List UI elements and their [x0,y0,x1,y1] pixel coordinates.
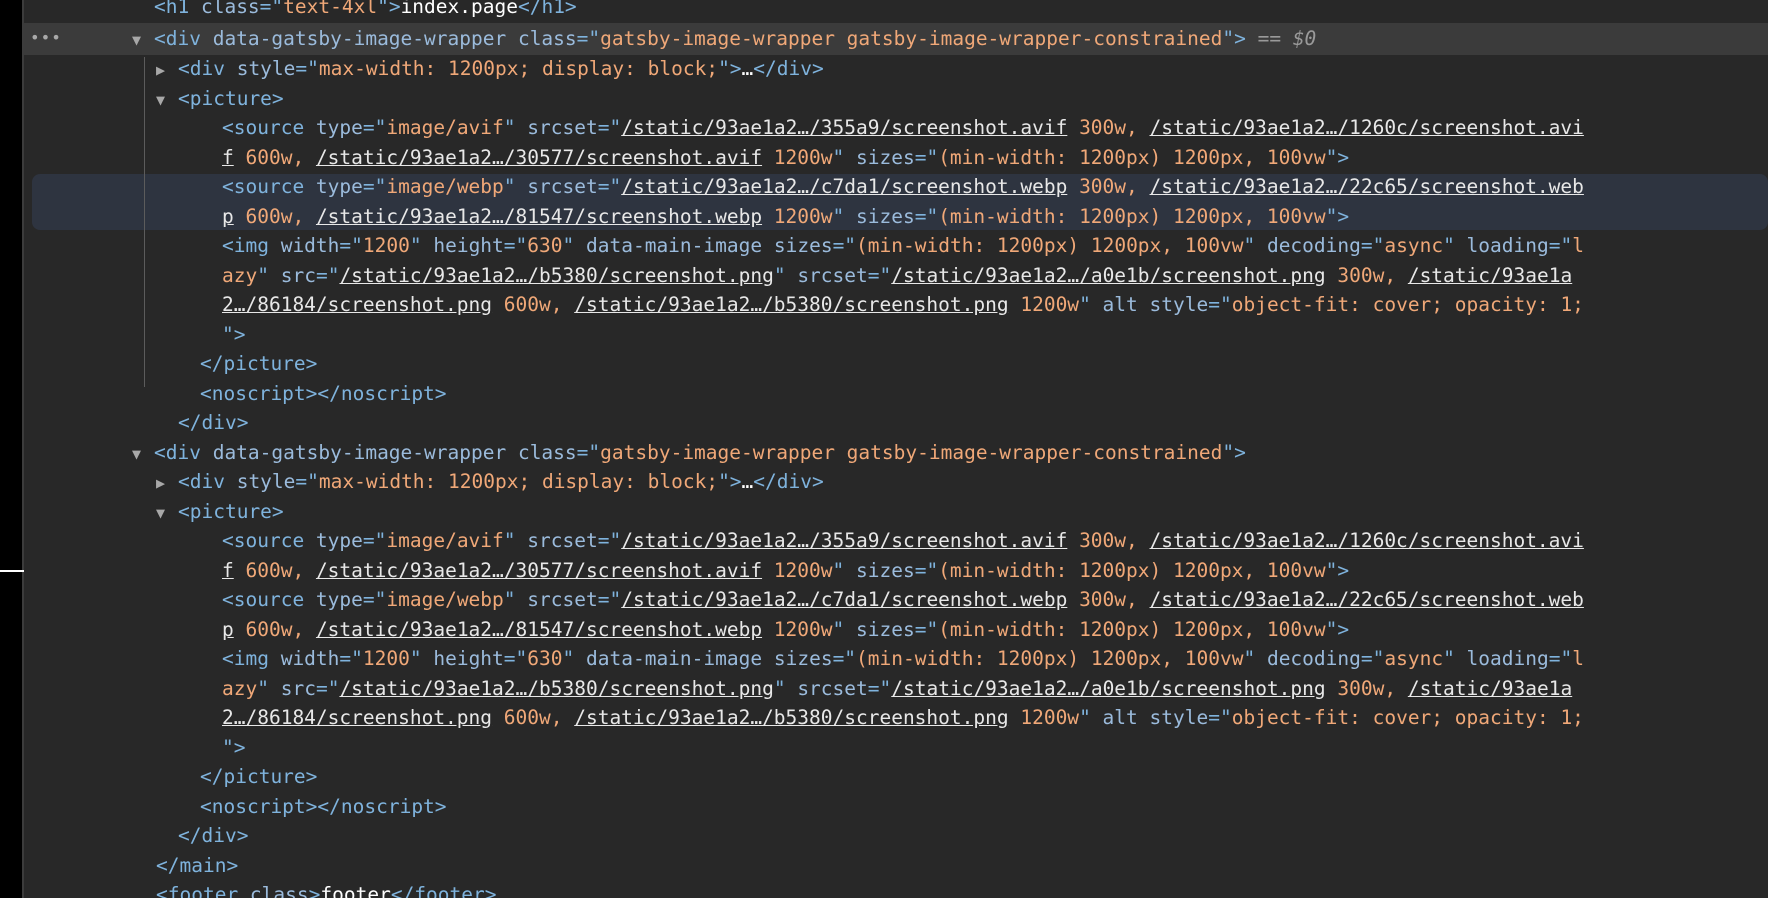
node-img-1[interactable]: <img width="1200" height="630" data-main… [24,231,1768,261]
node-image-wrapper-1[interactable]: ▼ <div data-gatsby-image-wrapper class="g… [24,24,1768,54]
node-img-2[interactable]: <img width="1200" height="630" data-main… [24,644,1768,674]
node-div-style-2[interactable]: ▶ <div style="max-width: 1200px; display:… [24,467,1768,497]
node-div-2-close[interactable]: </div> [24,821,1768,851]
node-source-avif-2-cont[interactable]: f 600w, /static/93ae1a2…/30577/screensho… [24,556,1768,586]
node-h1[interactable]: <h1 class="text-4xl">index.page</h1> [24,0,1768,22]
node-image-wrapper-2[interactable]: ▼ <div data-gatsby-image-wrapper class="g… [24,438,1768,468]
node-source-webp-1-cont[interactable]: p 600w, /static/93ae1a2…/81547/screensho… [24,202,1768,232]
expanded-triangle-icon[interactable]: ▼ [156,499,178,529]
expanded-triangle-icon[interactable]: ▼ [132,26,154,56]
node-source-avif-1[interactable]: <source type="image/avif" srcset="/stati… [24,113,1768,143]
node-img-1-cont[interactable]: azy" src="/static/93ae1a2…/b5380/screens… [24,261,1768,291]
node-noscript-2[interactable]: <noscript></noscript> [24,792,1768,822]
node-img-2-end: "> [222,735,246,759]
node-picture-1[interactable]: ▼ <picture> [24,84,1768,114]
node-footer[interactable]: <footer class>footer</footer> [24,880,1768,898]
node-source-avif-1-cont[interactable]: f 600w, /static/93ae1a2…/30577/screensho… [24,143,1768,173]
node-div-style-1[interactable]: ▶ <div style="max-width: 1200px; display:… [24,54,1768,84]
left-gutter [0,0,24,898]
collapsed-triangle-icon[interactable]: ▶ [156,469,178,499]
expanded-triangle-icon[interactable]: ▼ [132,440,154,470]
node-picture-1-close[interactable]: </picture> [24,349,1768,379]
node-img-1-end: "> [222,322,246,346]
expanded-triangle-icon[interactable]: ▼ [156,86,178,116]
node-img-2-cont[interactable]: azy" src="/static/93ae1a2…/b5380/screens… [24,674,1768,704]
node-source-webp-2[interactable]: <source type="image/webp" srcset="/stati… [24,585,1768,615]
node-source-webp-1[interactable]: <source type="image/webp" srcset="/stati… [24,172,1768,202]
node-source-webp-2-cont[interactable]: p 600w, /static/93ae1a2…/81547/screensho… [24,615,1768,645]
gutter-marker [0,570,24,572]
elements-tree[interactable]: ••• <h1 class="text-4xl">index.page</h1>… [24,0,1768,898]
node-picture-2-close[interactable]: </picture> [24,762,1768,792]
node-img-1-cont2[interactable]: 2…/86184/screenshot.png 600w, /static/93… [24,290,1768,320]
node-main-close[interactable]: </main> [24,851,1768,881]
node-div-1-close[interactable]: </div> [24,408,1768,438]
collapsed-triangle-icon[interactable]: ▶ [156,56,178,86]
node-img-2-cont2[interactable]: 2…/86184/screenshot.png 600w, /static/93… [24,703,1768,733]
node-noscript-1[interactable]: <noscript></noscript> [24,379,1768,409]
node-source-avif-2[interactable]: <source type="image/avif" srcset="/stati… [24,526,1768,556]
node-picture-2[interactable]: ▼ <picture> [24,497,1768,527]
